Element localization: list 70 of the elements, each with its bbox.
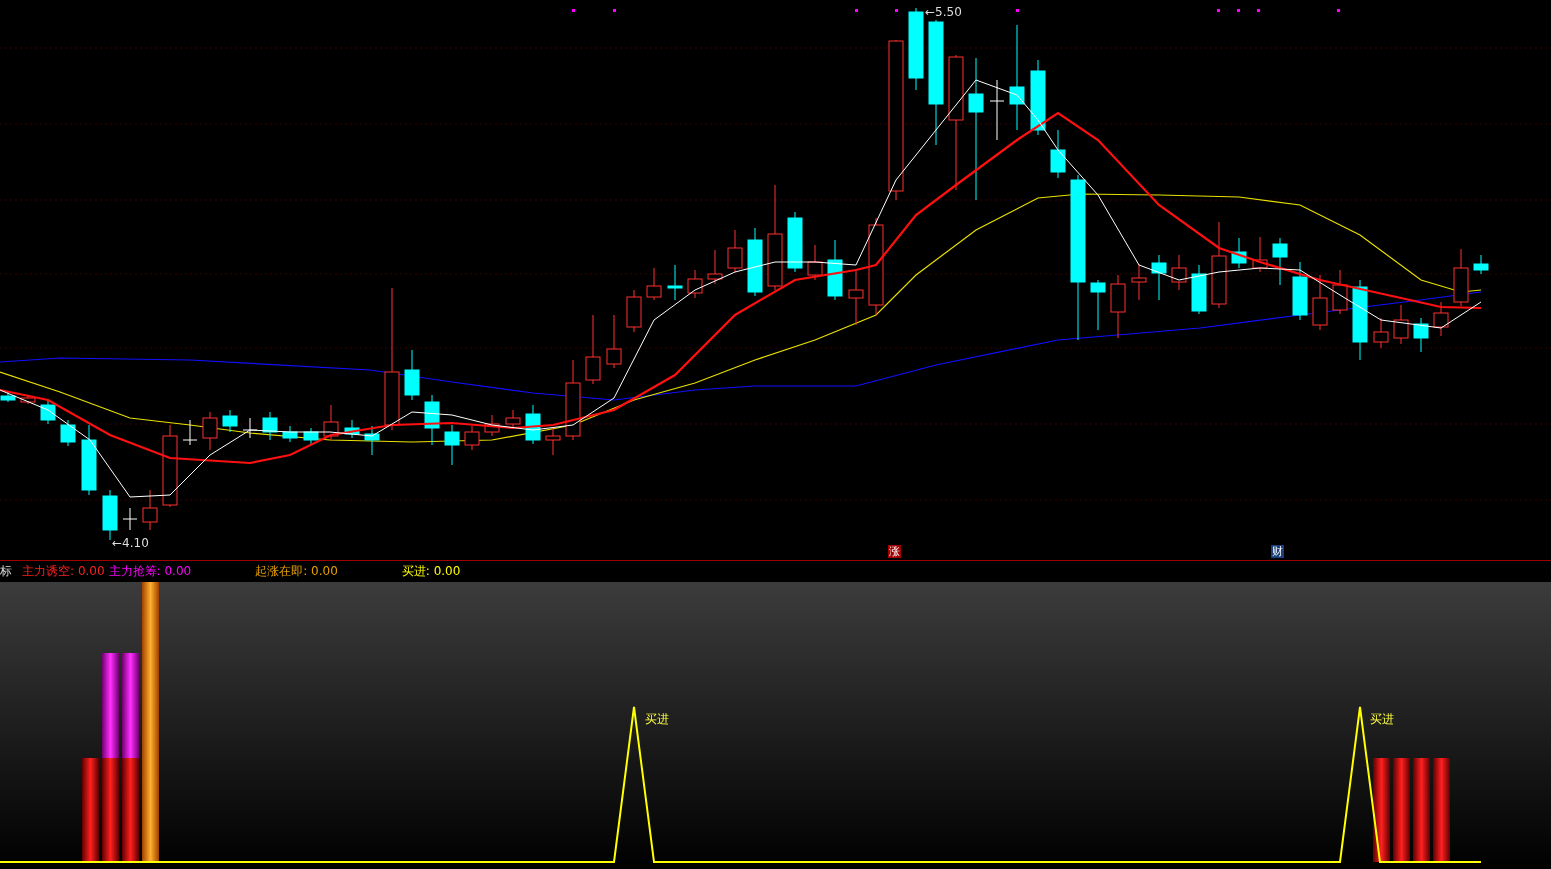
candlestick: [444, 424, 460, 466]
candlestick: [102, 489, 118, 541]
candlestick: [1393, 304, 1409, 345]
candlestick: [242, 417, 258, 439]
candlestick: [404, 349, 420, 401]
candlestick: [505, 409, 521, 429]
candlestick: [1272, 237, 1288, 286]
candlestick: [1373, 317, 1389, 349]
candlestick: [60, 419, 76, 447]
candlestick: [606, 314, 622, 369]
candlestick: [1050, 129, 1066, 179]
candlestick: [989, 79, 1005, 141]
candlestick: [1332, 269, 1348, 315]
candlestick: [81, 424, 97, 496]
candlestick: [1473, 254, 1489, 275]
candlestick: [1413, 317, 1429, 353]
chart-marker: 涨: [888, 545, 901, 558]
candlestick: [344, 419, 360, 439]
legend-item: 主力诱空: 0.00: [22, 563, 105, 580]
candlestick: [182, 419, 198, 446]
indicator-title: 标: [0, 563, 12, 580]
candlestick: [1433, 301, 1449, 337]
candlestick: [727, 229, 743, 273]
candlestick: [202, 411, 218, 451]
candlestick: [687, 269, 703, 299]
candlestick: [424, 394, 440, 446]
candlestick: [142, 489, 158, 531]
candlestick: [484, 414, 500, 437]
candlestick: [545, 427, 561, 456]
candlestick: [646, 267, 662, 301]
candlestick: [122, 507, 138, 531]
legend-item: 主力抢筹: 0.00: [108, 563, 192, 580]
candlestick: [464, 425, 480, 451]
candlestick: [1171, 254, 1187, 291]
candlestick: [747, 227, 763, 297]
candlestick: [364, 425, 380, 456]
low-price-label: ←4.10: [112, 536, 149, 550]
candlestick: [807, 244, 823, 281]
candlestick: [626, 289, 642, 333]
candlestick: [707, 249, 723, 285]
candlestick: [585, 314, 601, 385]
candlestick: [787, 211, 803, 273]
candlestick: [282, 425, 298, 443]
candlestick: [40, 399, 56, 425]
candlestick: [1191, 264, 1207, 315]
candlestick: [1090, 279, 1106, 331]
candlestick: [222, 409, 238, 433]
candlestick: [1312, 274, 1328, 331]
candlestick: [323, 404, 339, 441]
legend-item: 买进: 0.00: [401, 563, 461, 580]
candlestick: [827, 239, 843, 301]
candlestick: [1292, 261, 1308, 321]
candlestick: [1453, 248, 1469, 307]
candlestick: [1110, 274, 1126, 339]
chart-marker: 财: [1271, 545, 1284, 558]
buy-signal-label: 买进: [1370, 712, 1394, 726]
legend-item: 起涨在即: 0.00: [255, 563, 338, 580]
candlestick: [667, 264, 683, 301]
candlestick: [1231, 237, 1247, 269]
candlestick: [1252, 236, 1268, 273]
candlestick: [1131, 264, 1147, 301]
candlestick: [0, 391, 16, 403]
candlestick: [262, 411, 278, 441]
candlestick: [20, 394, 36, 405]
high-price-label: ←5.50: [925, 5, 962, 19]
candlestick: [525, 404, 541, 445]
candlestick: [848, 269, 864, 326]
candlestick: [1151, 254, 1167, 301]
buy-signal-label: 买进: [645, 712, 669, 726]
candlestick: [303, 427, 319, 445]
